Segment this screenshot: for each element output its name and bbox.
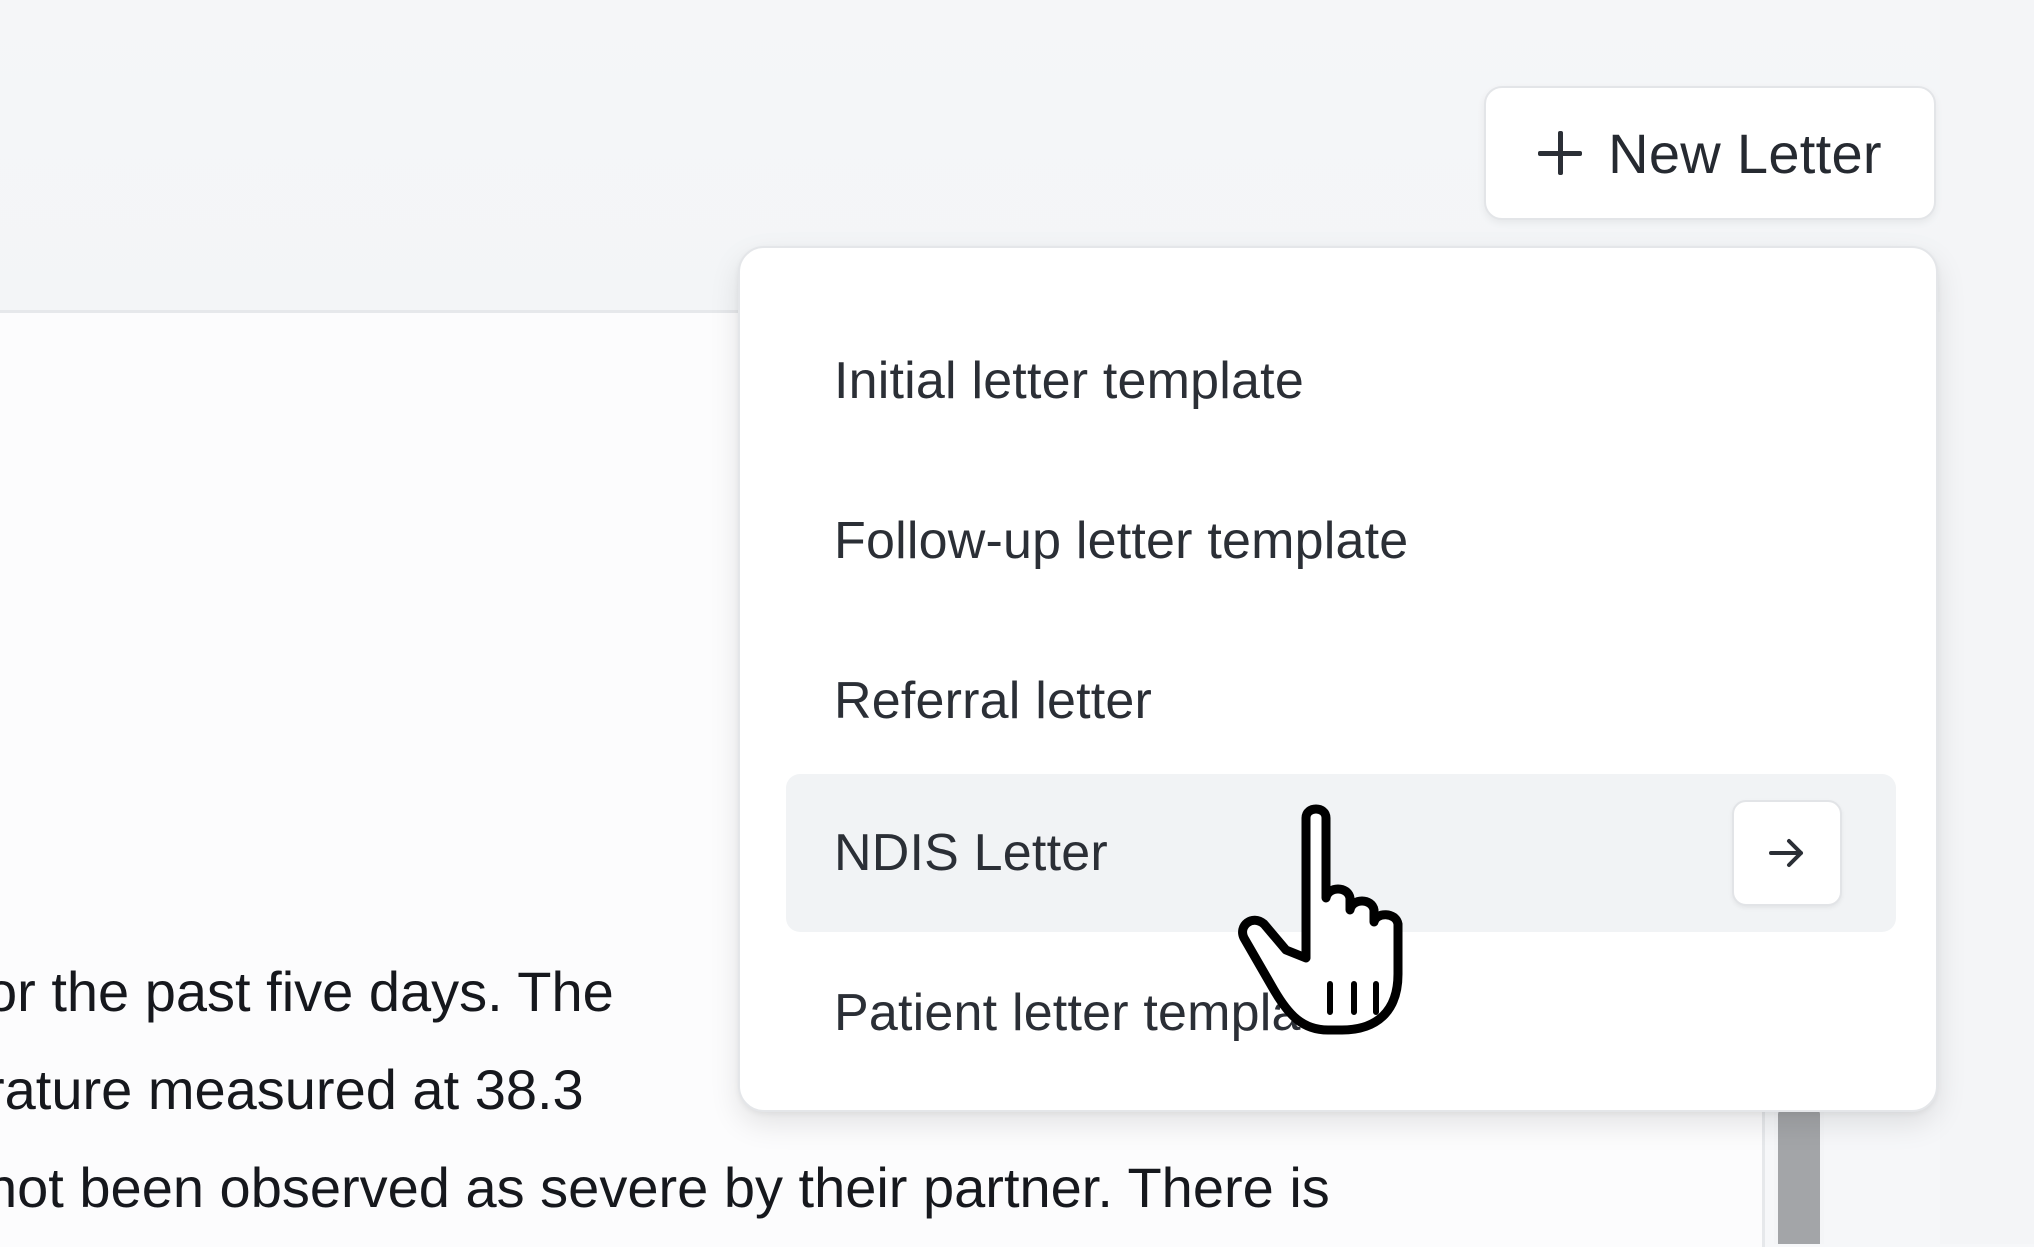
right-gutter xyxy=(1940,0,2034,1244)
scrollbar-thumb[interactable] xyxy=(1778,1110,1820,1244)
arrow-right-icon xyxy=(1769,839,1803,867)
open-ndis-letter-button[interactable] xyxy=(1732,800,1842,906)
menu-item-label: NDIS Letter xyxy=(834,824,1108,882)
menu-item-label: Follow-up letter template xyxy=(834,512,1409,570)
menu-item-initial-letter-template[interactable]: Initial letter template xyxy=(786,302,1896,460)
plus-icon xyxy=(1538,131,1583,175)
document-line: not been observed as severe by their par… xyxy=(0,1156,1330,1219)
hand-pointer-icon xyxy=(1238,804,1403,1035)
new-letter-label: New Letter xyxy=(1608,121,1882,185)
menu-item-follow-up-letter-template[interactable]: Follow-up letter template xyxy=(786,462,1896,620)
menu-item-label: Referral letter xyxy=(834,672,1152,730)
menu-item-label: Initial letter template xyxy=(834,352,1304,410)
new-letter-button[interactable]: New Letter xyxy=(1484,86,1936,220)
menu-item-referral-letter[interactable]: Referral letter xyxy=(786,622,1896,780)
